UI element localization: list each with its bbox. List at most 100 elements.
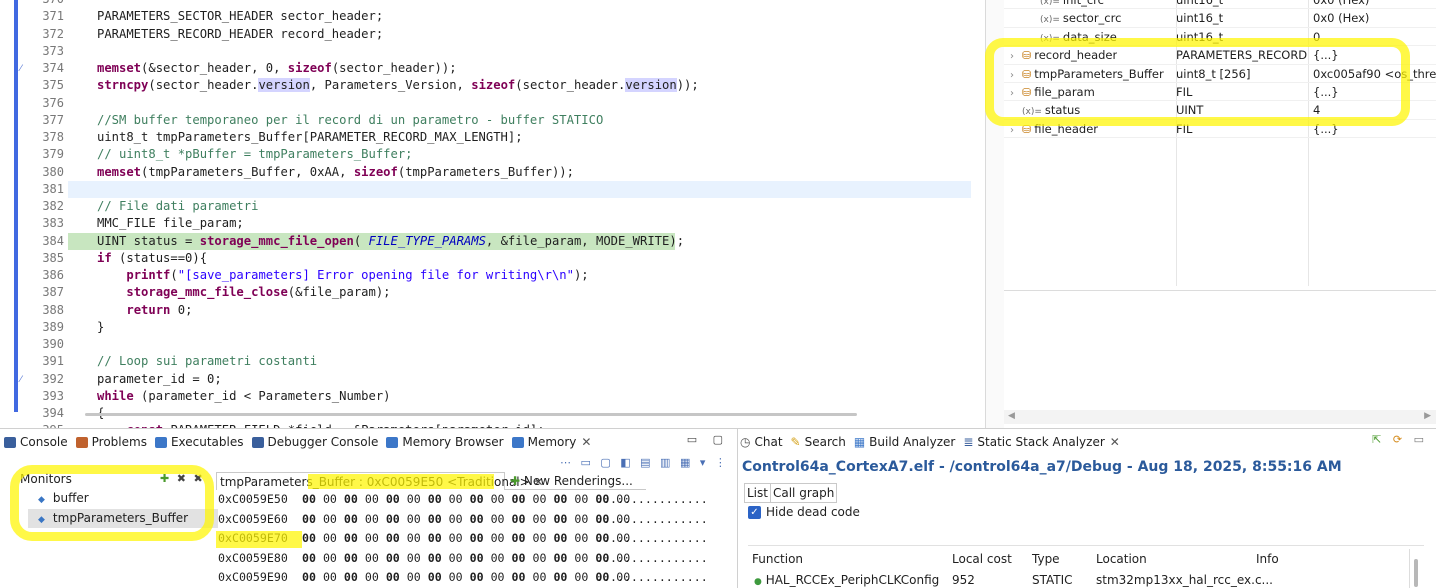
variable-value[interactable]: {...} <box>1313 46 1436 64</box>
variables-view[interactable]: (x)= init_crc uint16_t 0x0 (Hex) (x)= sector_… <box>985 0 1436 428</box>
variable-row[interactable]: (x)= init_crc uint16_t 0x0 (Hex) <box>1004 0 1436 10</box>
line-marker-icon[interactable]: ⁄ <box>20 65 26 74</box>
code-line[interactable]: // uint8_t *pBuffer = tmpParameters_Buff… <box>97 146 413 163</box>
code-line[interactable]: //SM buffer temporaneo per il record di … <box>97 112 603 129</box>
code-line[interactable]: parameter_id = 0; <box>97 371 222 388</box>
column-info[interactable]: Info <box>1256 552 1279 566</box>
minimize-maximize-icons[interactable]: ▭ ▢ <box>687 433 729 446</box>
variable-row[interactable]: › ⛁ file_header FIL {...} <box>1004 120 1436 140</box>
variables-horizontal-scrollbar[interactable]: ◀ ▶ <box>1004 410 1436 424</box>
code-line[interactable]: while (parameter_id < Parameters_Number) <box>97 388 391 405</box>
tab-memory[interactable]: Memory ✕ <box>511 435 591 449</box>
code-line[interactable]: printf("[save_parameters] Error opening … <box>97 267 588 284</box>
code-line[interactable]: // Loop sui parametri costanti <box>97 353 317 370</box>
memory-rendering[interactable]: 0xC0059E50 00 00 00 00 00 00 00 00 00 00 … <box>216 490 721 588</box>
column-location[interactable]: Location <box>1096 552 1147 566</box>
new-renderings-tab[interactable]: ✚ New Renderings... <box>508 472 633 490</box>
variable-row[interactable]: (x)= status UINT 4 <box>1004 101 1436 120</box>
scroll-right-icon[interactable]: ▶ <box>1424 411 1431 421</box>
ssa-row-type: STATIC <box>1032 573 1073 587</box>
column-local-cost[interactable]: Local cost <box>952 552 1012 566</box>
monitor-item-tmpparameters-buffer[interactable]: ◆ tmpParameters_Buffer <box>38 509 188 528</box>
variable-value[interactable]: 0 <box>1313 28 1436 46</box>
memory-address: 0xC0059E90 <box>218 570 288 584</box>
variable-value[interactable]: {...} <box>1313 120 1436 138</box>
remove-all-monitors-icon[interactable]: ✖ <box>193 472 204 485</box>
code-line[interactable]: UINT status = storage_mmc_file_open( FIL… <box>97 233 684 250</box>
variable-row[interactable]: › ⛁ tmpParameters_Buffer uint8_t [256] 0xc00… <box>1004 65 1436 83</box>
variable-value[interactable]: 0xc005af90 <os_threa... <box>1313 65 1436 83</box>
memory-bytes[interactable]: 00 00 00 00 00 00 00 00 00 00 00 00 00 0… <box>302 490 630 510</box>
code-line[interactable]: PARAMETERS_SECTOR_HEADER sector_header; <box>97 8 383 25</box>
variable-value[interactable]: 0x0 (Hex) <box>1313 0 1436 9</box>
code-line[interactable]: uint8_t tmpParameters_Buffer[PARAMETER_R… <box>97 129 523 146</box>
tab-memory-browser[interactable]: Memory Browser <box>386 435 504 449</box>
memory-bytes[interactable]: 00 00 00 00 00 00 00 00 00 00 00 00 00 0… <box>302 549 630 569</box>
line-number: 376 <box>42 95 64 110</box>
line-number: 377 <box>42 112 64 127</box>
ssa-vertical-scrollbar[interactable] <box>1409 549 1423 588</box>
tab-search[interactable]: ✎ Search <box>791 435 846 449</box>
editor-horizontal-scrollbar[interactable] <box>85 413 857 416</box>
line-number: 390 <box>42 337 64 351</box>
code-line[interactable]: memset(tmpParameters_Buffer, 0xAA, sizeo… <box>97 164 574 181</box>
variable-value[interactable]: 0x0 (Hex) <box>1313 9 1436 27</box>
variable-row[interactable]: › ⛁ file_param FIL {...} <box>1004 83 1436 102</box>
variable-row[interactable]: (x)= sector_crc uint16_t 0x0 (Hex) <box>1004 9 1436 28</box>
tab-static-stack-analyzer[interactable]: ≣ Static Stack Analyzer ✕ <box>963 435 1120 449</box>
ssa-toolbar-icons[interactable]: ⇱ ⟳ ▭ <box>1372 433 1428 446</box>
code-line[interactable]: } <box>97 319 104 336</box>
memory-row[interactable]: 0xC0059E50 00 00 00 00 00 00 00 00 00 00 … <box>216 490 721 510</box>
code-line[interactable]: // File dati parametri <box>97 198 258 215</box>
add-icon: ✚ <box>510 474 521 488</box>
tab-debugger-console[interactable]: Debugger Console <box>251 435 378 449</box>
tab-executables[interactable]: Executables <box>154 435 244 449</box>
tab-build-analyzer[interactable]: ▦ Build Analyzer <box>854 435 956 449</box>
memory-row[interactable]: 0xC0059E90 00 00 00 00 00 00 00 00 00 00 … <box>216 568 721 588</box>
memory-view-toolbar[interactable]: ⋯ ▭ ▢ ◧ ▤ ▥ ▦ ▾ ⋮ <box>560 456 729 469</box>
variable-value[interactable]: 4 <box>1313 101 1436 119</box>
add-monitor-icon[interactable]: ✚ <box>160 472 171 485</box>
variable-value[interactable]: {...} <box>1313 83 1436 101</box>
tab-chat[interactable]: ◷ Chat <box>740 435 783 449</box>
memory-bytes[interactable]: 00 00 00 00 00 00 00 00 00 00 00 00 00 0… <box>302 529 630 549</box>
code-line[interactable]: if (status==0){ <box>97 250 207 267</box>
code-line[interactable]: return 0; <box>97 302 192 319</box>
close-icon[interactable]: ✕ <box>581 435 591 449</box>
memory-bytes[interactable]: 00 00 00 00 00 00 00 00 00 00 00 00 00 0… <box>302 568 630 588</box>
ssa-row-function[interactable]: ● HAL_RCCEx_PeriphCLKConfig <box>754 573 939 587</box>
memory-browser-icon <box>386 436 399 448</box>
function-status-icon: ● <box>754 577 762 587</box>
monitor-item-buffer[interactable]: ◆ buffer <box>38 489 89 508</box>
tab-console[interactable]: Console <box>4 435 68 449</box>
memory-bytes[interactable]: 00 00 00 00 00 00 00 00 00 00 00 00 00 0… <box>302 510 630 530</box>
code-editor[interactable]: 370371 PARAMETERS_SECTOR_HEADER sector_he… <box>0 0 985 428</box>
tab-problems[interactable]: Problems <box>75 435 147 449</box>
close-icon[interactable]: ✕ <box>1110 435 1120 449</box>
column-type[interactable]: Type <box>1032 552 1060 566</box>
column-function[interactable]: Function <box>752 552 803 566</box>
memory-row[interactable]: 0xC0059E80 00 00 00 00 00 00 00 00 00 00 … <box>216 549 721 569</box>
expand-chevron-icon[interactable]: › <box>1010 122 1022 140</box>
rendering-tab-traditional[interactable]: tmpParameters_Buffer : 0xC0059E50 <Tradi… <box>216 472 544 490</box>
code-line[interactable]: memset(&sector_header, 0, sizeof(sector_… <box>97 60 457 77</box>
scroll-left-icon[interactable]: ◀ <box>1008 411 1015 421</box>
code-line[interactable]: strncpy(sector_header.version, Parameter… <box>97 77 699 94</box>
code-line[interactable]: storage_mmc_file_close(&file_param); <box>97 284 390 301</box>
memory-row[interactable]: 0xC0059E70 00 00 00 00 00 00 00 00 00 00 … <box>216 529 721 549</box>
code-line[interactable]: PARAMETERS_RECORD_HEADER record_header; <box>97 26 383 43</box>
subtab-list[interactable]: List <box>744 483 771 503</box>
monitor-buttons[interactable]: ✚ ✖ ✖ <box>160 472 205 485</box>
code-line[interactable]: MMC_FILE file_param; <box>97 215 244 232</box>
memory-row[interactable]: 0xC0059E60 00 00 00 00 00 00 00 00 00 00 … <box>216 510 721 530</box>
variable-name: › ⛁ tmpParameters_Buffer <box>1010 65 1164 85</box>
remove-monitor-icon[interactable]: ✖ <box>177 472 188 485</box>
monitor-icon: ◆ <box>38 515 45 525</box>
subtab-call-graph[interactable]: Call graph <box>770 483 838 503</box>
line-number: 370 <box>30 0 64 8</box>
line-number: 371 <box>42 9 64 24</box>
line-marker-icon[interactable]: ⁄ <box>20 375 26 384</box>
hide-dead-code-checkbox[interactable]: ✓ Hide dead code <box>748 505 860 519</box>
variable-row[interactable]: › ⛁ record_header PARAMETERS_RECORD... {...} <box>1004 46 1436 65</box>
variable-row[interactable]: (x)= data_size uint16_t 0 <box>1004 28 1436 47</box>
